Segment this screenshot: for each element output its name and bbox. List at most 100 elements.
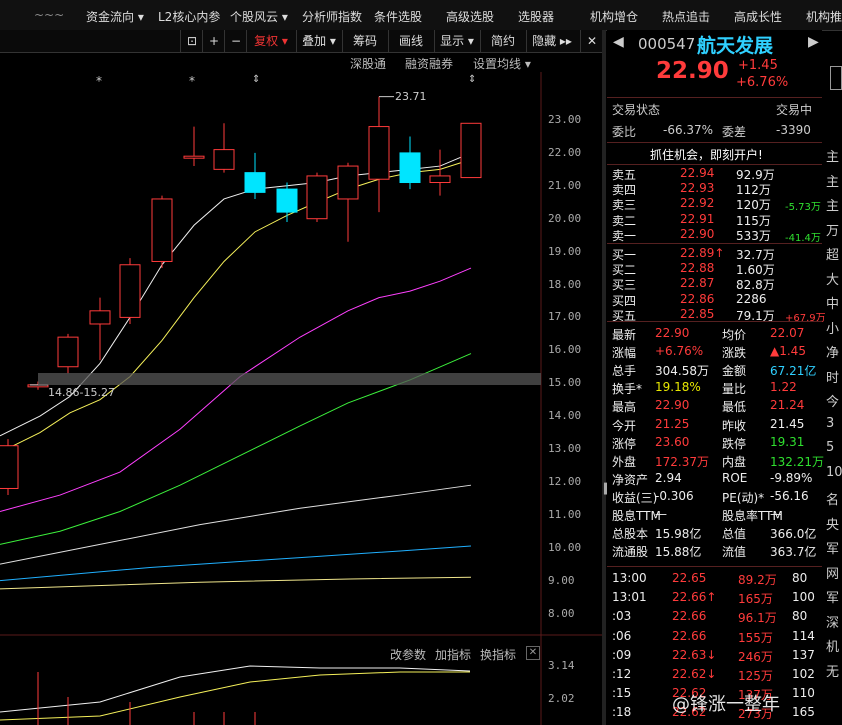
set-ma-dropdown[interactable]: 设置均线 ▾ bbox=[473, 55, 531, 72]
switch-indicator-button[interactable]: 换指标 bbox=[480, 646, 516, 663]
stat-value: ▲1.45 bbox=[770, 344, 806, 359]
menu-l2-core[interactable]: L2核心内参 bbox=[158, 8, 220, 25]
price-tick-label: 20.00 bbox=[548, 211, 582, 225]
stat-label: ROE bbox=[722, 470, 748, 485]
ma250-line bbox=[0, 576, 472, 590]
price-tick-label: 12.00 bbox=[548, 474, 582, 488]
menu-stock-story[interactable]: 个股风云 ▾ bbox=[230, 8, 288, 25]
price-tick-label: 23.00 bbox=[548, 113, 582, 126]
menu-inst-recommend[interactable]: 机构推 bbox=[806, 8, 842, 25]
promo-banner[interactable]: 抓住机会，即刻开户! bbox=[650, 146, 763, 163]
stat-label: 金额 bbox=[722, 364, 747, 379]
stat-label: 总股本 bbox=[612, 527, 649, 542]
menu-inst-increase[interactable]: 机构增仓 bbox=[590, 8, 638, 25]
stat-value: 366.0亿 bbox=[770, 527, 817, 542]
indicator-tick: 3.14 bbox=[548, 659, 575, 672]
menu-hotspot[interactable]: 热点追击 bbox=[662, 8, 710, 25]
zoom-in-button[interactable]: + bbox=[202, 30, 225, 52]
stat-label: 外盘 bbox=[612, 454, 637, 469]
side-panel-char: 10 bbox=[826, 464, 842, 480]
draw-line-button[interactable]: 画线 bbox=[388, 30, 433, 52]
stat-label: 净资产 bbox=[612, 472, 649, 487]
price-tick-label: 17.00 bbox=[548, 310, 582, 324]
tick-volume: 89.2万 bbox=[738, 573, 777, 587]
price-tick-label: 19.00 bbox=[548, 244, 582, 258]
support-band bbox=[38, 373, 541, 385]
change-params-button[interactable]: 改参数 bbox=[390, 646, 426, 663]
stat-value: 1.22 bbox=[770, 380, 797, 395]
stat-label: 总手 bbox=[612, 364, 637, 379]
tick-price: 22.63↓ bbox=[672, 647, 717, 662]
price-change: +1.45 bbox=[738, 58, 778, 73]
bid-price: 22.86 bbox=[680, 291, 715, 306]
stat-label: 收益(三) bbox=[612, 490, 658, 505]
stat-label: 股息TTM bbox=[612, 509, 661, 523]
ma10-line bbox=[0, 159, 472, 453]
stat-label: 流通股 bbox=[612, 545, 649, 560]
add-indicator-button[interactable]: 加指标 bbox=[435, 646, 471, 663]
bid-price: 22.85 bbox=[680, 306, 715, 321]
side-panel-char: 主 bbox=[826, 199, 840, 214]
top-menu-bar: ~~~ 资金流向 ▾ L2核心内参 个股风云 ▾ 分析师指数 条件选股 高级选股… bbox=[0, 0, 842, 31]
stat-value: 19.18% bbox=[655, 380, 701, 395]
stat-value: 15.88亿 bbox=[655, 545, 702, 560]
fuquan-dropdown[interactable]: 复权 ▾ bbox=[246, 30, 295, 52]
side-panel-char: 大 bbox=[826, 272, 840, 288]
side-box[interactable] bbox=[830, 66, 842, 90]
simple-mode-button[interactable]: 简约 bbox=[480, 30, 525, 52]
event-marker[interactable]: * bbox=[96, 74, 102, 88]
price-tick-label: 16.00 bbox=[548, 343, 582, 357]
side-panel-char: 名 bbox=[826, 493, 840, 508]
stat-value: 172.37万 bbox=[655, 454, 709, 469]
next-stock-icon[interactable]: ▶ bbox=[808, 34, 819, 50]
stat-value: +6.76% bbox=[655, 344, 704, 359]
menu-analyst-index[interactable]: 分析师指数 bbox=[302, 8, 362, 25]
tick-time: :15 bbox=[612, 686, 632, 701]
candle-body bbox=[276, 188, 298, 213]
candle-body bbox=[151, 198, 173, 262]
stat-label: PE(动)* bbox=[722, 490, 765, 505]
bid-volume: 2286 bbox=[736, 291, 767, 306]
stat-value: 304.58万 bbox=[655, 364, 709, 379]
stat-label: 跌停 bbox=[722, 436, 747, 451]
event-marker[interactable]: * bbox=[189, 74, 195, 88]
event-marker[interactable]: ⇕ bbox=[252, 74, 260, 85]
prev-stock-icon[interactable]: ◀ bbox=[613, 34, 624, 50]
ask-change: -5.73万 bbox=[785, 202, 821, 214]
menu-fund-flow[interactable]: 资金流向 ▾ bbox=[86, 8, 144, 25]
hk-connect-link[interactable]: 深股通 bbox=[350, 55, 386, 72]
event-marker[interactable]: ⇕ bbox=[468, 74, 476, 85]
tick-price: 22.66↑ bbox=[672, 590, 717, 605]
menu-stock-picker[interactable]: 选股器 bbox=[518, 8, 554, 25]
splitter[interactable] bbox=[602, 30, 606, 725]
candle-body bbox=[337, 165, 359, 200]
overlay-dropdown[interactable]: 叠加 ▾ bbox=[296, 30, 341, 52]
price-tick-label: 21.00 bbox=[548, 178, 582, 192]
close-icon[interactable]: ✕ bbox=[580, 30, 603, 52]
stat-label: 最新 bbox=[612, 328, 637, 342]
stat-value: — bbox=[655, 507, 667, 521]
candle-body bbox=[183, 155, 205, 159]
tick-price: 22.62↓ bbox=[672, 667, 717, 681]
watermark-text: @锋涨一整年 bbox=[672, 694, 780, 715]
candles-group bbox=[0, 96, 482, 496]
menu-high-growth[interactable]: 高成长性 bbox=[734, 8, 782, 25]
chips-button[interactable]: 筹码 bbox=[342, 30, 387, 52]
lock-icon[interactable]: ⊡ bbox=[180, 30, 203, 52]
side-panel-char: 主 bbox=[826, 174, 840, 190]
stat-label: 流值 bbox=[722, 545, 747, 560]
close-indicator-icon[interactable]: ✕ bbox=[526, 646, 540, 660]
display-dropdown[interactable]: 显示 ▾ bbox=[434, 30, 479, 52]
menu-condition-select[interactable]: 条件选股 bbox=[374, 8, 422, 25]
margin-trading-link[interactable]: 融资融券 bbox=[405, 55, 453, 72]
weicha-label: 委差 bbox=[722, 125, 747, 139]
price-tick-label: 18.00 bbox=[548, 277, 582, 291]
hide-panel-button[interactable]: 隐藏 ▸▸ bbox=[526, 30, 577, 52]
zoom-out-button[interactable]: − bbox=[224, 30, 247, 52]
menu-advanced-select[interactable]: 高级选股 bbox=[446, 8, 494, 25]
candle-body bbox=[306, 175, 328, 220]
side-panel-char: 无 bbox=[826, 664, 840, 680]
stat-value: -9.89% bbox=[770, 470, 813, 485]
side-panel-char: 净 bbox=[826, 346, 840, 361]
candle-body bbox=[0, 445, 19, 489]
